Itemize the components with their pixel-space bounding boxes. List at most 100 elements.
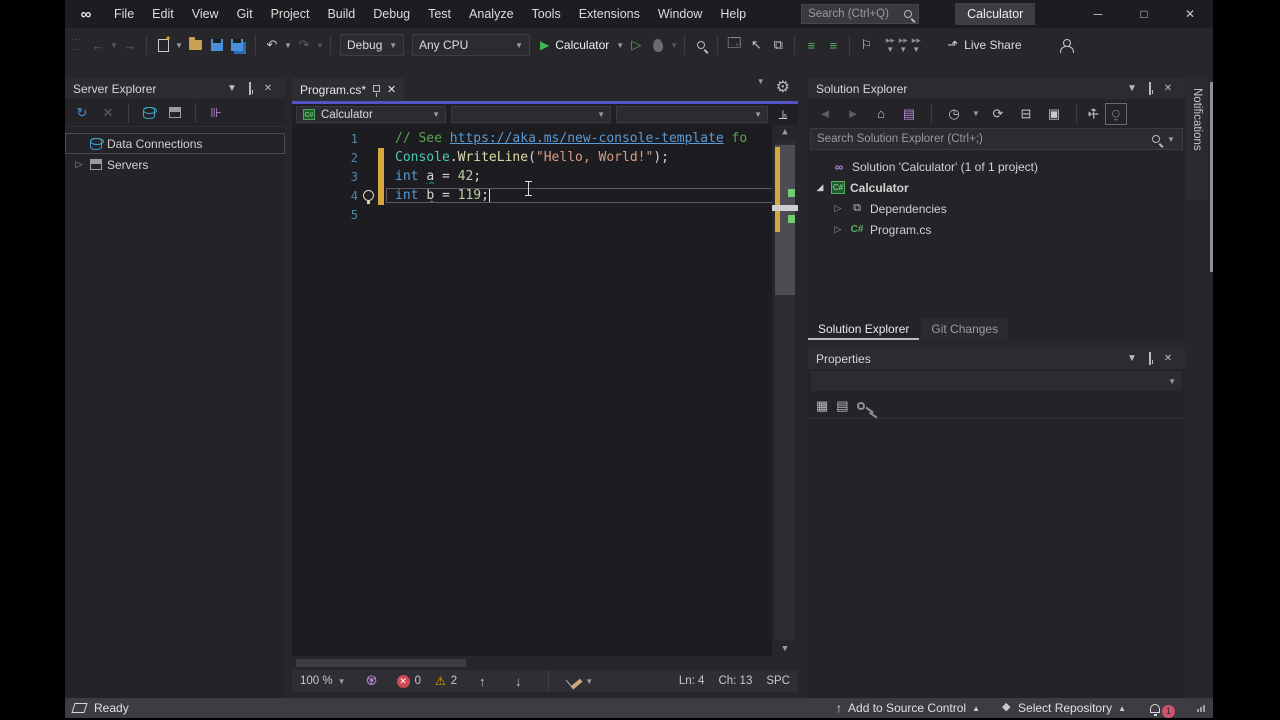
- tab-pin-icon[interactable]: [373, 85, 380, 92]
- menu-project[interactable]: Project: [262, 0, 319, 28]
- solution-explorer-menu-icon[interactable]: ▼: [1123, 83, 1141, 94]
- next-bookmark-icon[interactable]: ▸▸▼: [898, 36, 908, 54]
- background-tasks-icon[interactable]: [71, 703, 87, 713]
- find-in-files-icon[interactable]: [691, 35, 711, 55]
- next-issue-icon[interactable]: ↓: [508, 671, 528, 691]
- stop-refresh-icon[interactable]: ✕: [98, 103, 118, 123]
- menu-view[interactable]: View: [183, 0, 228, 28]
- tab-close-icon[interactable]: ✕: [387, 83, 396, 96]
- properties-menu-icon[interactable]: ▼: [1123, 353, 1141, 364]
- server-explorer-menu-icon[interactable]: ▼: [223, 83, 241, 94]
- code-line-2[interactable]: 2Console.WriteLine("Hello, World!");: [292, 148, 798, 167]
- solution-explorer-close-icon[interactable]: ✕: [1159, 83, 1177, 94]
- project-dropdown[interactable]: C# Calculator ▼: [296, 106, 446, 123]
- pending-changes-filter-icon[interactable]: ◷: [944, 104, 964, 124]
- quick-actions-lightbulb-icon[interactable]: [358, 190, 378, 201]
- maximize-button[interactable]: □: [1121, 0, 1167, 28]
- feedback-person-icon[interactable]: [1056, 35, 1076, 55]
- solution-explorer-pin-icon[interactable]: [1141, 83, 1159, 94]
- server-explorer-item-data-connections[interactable]: Data Connections: [65, 133, 285, 154]
- save-icon[interactable]: [207, 35, 227, 55]
- expander-icon[interactable]: ▷: [73, 159, 85, 170]
- solution-tree-item-solution-calculator-1-of-1-project-[interactable]: ∞Solution 'Calculator' (1 of 1 project): [808, 156, 1185, 177]
- tool-tab-solution-explorer[interactable]: Solution Explorer: [808, 318, 919, 340]
- platform-dropdown[interactable]: Any CPU ▼: [412, 34, 530, 56]
- solution-explorer-search-box[interactable]: Search Solution Explorer (Ctrl+;) ▼: [810, 128, 1183, 150]
- open-file-icon[interactable]: [185, 35, 205, 55]
- vertical-scrollbar[interactable]: ▲ ▼: [772, 125, 798, 656]
- code-cleanup-button[interactable]: ▼: [568, 675, 594, 687]
- properties-close-icon[interactable]: ✕: [1159, 353, 1177, 364]
- horizontal-scrollbar[interactable]: [292, 656, 798, 670]
- sharepoint-connections-icon[interactable]: ⊪: [206, 103, 226, 123]
- tab-program-cs[interactable]: Program.cs* ✕: [292, 78, 404, 101]
- minimize-button[interactable]: ─: [1075, 0, 1121, 28]
- code-editor[interactable]: 1// See https://aka.ms/new-console-templ…: [292, 125, 798, 656]
- menu-help[interactable]: Help: [711, 0, 755, 28]
- show-output-icon[interactable]: 🗔: [724, 35, 744, 55]
- search-options-dropdown[interactable]: ▼: [1166, 135, 1176, 144]
- menu-file[interactable]: File: [105, 0, 143, 28]
- collapse-all-icon[interactable]: ⊟: [1016, 104, 1036, 124]
- scroll-down-icon[interactable]: ▼: [772, 644, 798, 654]
- save-all-icon[interactable]: [229, 35, 249, 55]
- add-to-source-control-button[interactable]: ↑ Add to Source Control ▲: [836, 701, 980, 715]
- menu-edit[interactable]: Edit: [143, 0, 183, 28]
- back-icon[interactable]: ◄: [815, 104, 835, 124]
- line-indicator[interactable]: Ln: 4: [679, 675, 705, 687]
- forward-icon[interactable]: ►: [843, 104, 863, 124]
- navigate-back-dropdown[interactable]: ▼: [109, 41, 119, 50]
- preview-selected-items-icon[interactable]: ⍜: [1106, 104, 1126, 124]
- code-health-icon[interactable]: ♼: [362, 671, 382, 691]
- previous-issue-icon[interactable]: ↑: [472, 671, 492, 691]
- solution-tree-item-program-cs[interactable]: ▷C#Program.cs: [808, 219, 1185, 240]
- previous-bookmark-icon[interactable]: ▸▸▼: [885, 36, 895, 54]
- new-project-icon[interactable]: [153, 35, 173, 55]
- expander-icon[interactable]: ▷: [832, 203, 844, 214]
- menu-extensions[interactable]: Extensions: [570, 0, 649, 28]
- code-line-1[interactable]: 1// See https://aka.ms/new-console-templ…: [292, 129, 798, 148]
- undo-dropdown[interactable]: ▼: [283, 41, 293, 50]
- zoom-dropdown[interactable]: 100 % ▼: [300, 675, 347, 687]
- refresh-icon[interactable]: ↻: [72, 103, 92, 123]
- expander-icon[interactable]: ▷: [832, 224, 844, 235]
- notifications-side-tab[interactable]: Notifications: [1186, 78, 1208, 200]
- home-icon[interactable]: ⌂: [871, 104, 891, 124]
- solution-tree-item-calculator[interactable]: ◢C#Calculator: [808, 177, 1185, 198]
- properties-wrench-icon[interactable]: ⚒: [1085, 105, 1103, 123]
- quick-search-box[interactable]: Search (Ctrl+Q): [801, 4, 919, 24]
- hot-reload-dropdown[interactable]: ▼: [669, 41, 679, 50]
- menu-tools[interactable]: Tools: [523, 0, 570, 28]
- redo-icon[interactable]: ↷: [294, 35, 314, 55]
- start-without-debugging-icon[interactable]: ▷: [626, 35, 646, 55]
- redo-dropdown[interactable]: ▼: [315, 41, 325, 50]
- toolbar-grip[interactable]: ⋮⋮: [71, 35, 81, 55]
- member-dropdown[interactable]: ▼: [616, 106, 768, 123]
- code-line-3[interactable]: 3int a = 42;: [292, 167, 798, 186]
- type-dropdown[interactable]: ▼: [451, 106, 611, 123]
- code-line-4[interactable]: 4int b = 119;: [292, 186, 798, 205]
- sync-with-active-document-icon[interactable]: ⟳: [988, 104, 1008, 124]
- switch-views-icon[interactable]: ▤: [899, 104, 919, 124]
- menu-window[interactable]: Window: [649, 0, 711, 28]
- warning-count[interactable]: ⚠ 2: [435, 674, 457, 688]
- server-explorer-close-icon[interactable]: ✕: [259, 83, 277, 94]
- notifications-bell-button[interactable]: 1: [1150, 699, 1175, 718]
- menu-debug[interactable]: Debug: [364, 0, 419, 28]
- menu-build[interactable]: Build: [318, 0, 364, 28]
- show-all-files-icon[interactable]: ▣: [1044, 104, 1064, 124]
- editor-options-gear-icon[interactable]: ⚙: [776, 77, 790, 97]
- connect-to-server-icon[interactable]: [165, 103, 185, 123]
- categorized-view-icon[interactable]: ▦: [816, 398, 828, 414]
- code-line-5[interactable]: 5: [292, 205, 798, 224]
- close-button[interactable]: ✕: [1167, 0, 1213, 28]
- expander-icon[interactable]: ◢: [814, 182, 826, 193]
- properties-pin-icon[interactable]: [1141, 353, 1159, 364]
- split-window-icon[interactable]: ⫡: [773, 105, 793, 125]
- server-explorer-pin-icon[interactable]: [241, 83, 259, 94]
- tool-tab-git-changes[interactable]: Git Changes: [921, 318, 1008, 340]
- tab-list-dropdown[interactable]: ▼: [756, 77, 766, 97]
- start-debugging-dropdown[interactable]: ▼: [615, 41, 625, 50]
- property-pages-key-icon[interactable]: [857, 402, 865, 410]
- document-outline-icon[interactable]: ⧉: [768, 35, 788, 55]
